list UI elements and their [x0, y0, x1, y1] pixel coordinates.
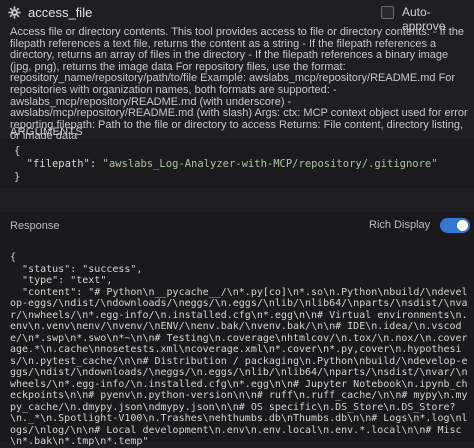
arguments-code: { "filepath": "awslabs_Log-Analyzer-with… [14, 145, 472, 184]
rich-display-toggle[interactable] [440, 218, 470, 233]
gear-icon [8, 6, 21, 19]
open-brace: { [14, 145, 21, 157]
response-label: Response [10, 220, 60, 232]
tool-name: access_file [28, 5, 93, 20]
toggle-knob [457, 220, 468, 231]
argument-key: "filepath" [26, 158, 90, 170]
close-brace: } [14, 171, 21, 183]
tool-header: access_file Auto-approve [0, 0, 474, 33]
auto-approve-checkbox[interactable] [381, 6, 394, 19]
arguments-label: ARGUMENTS [10, 126, 83, 138]
argument-value: "awslabs_Log-Analyzer-with-MCP/repositor… [102, 158, 438, 170]
argument-colon: : [89, 158, 103, 170]
response-body: { "status": "success", "type": "text", "… [10, 252, 468, 447]
rich-display-label: Rich Display [369, 219, 431, 231]
